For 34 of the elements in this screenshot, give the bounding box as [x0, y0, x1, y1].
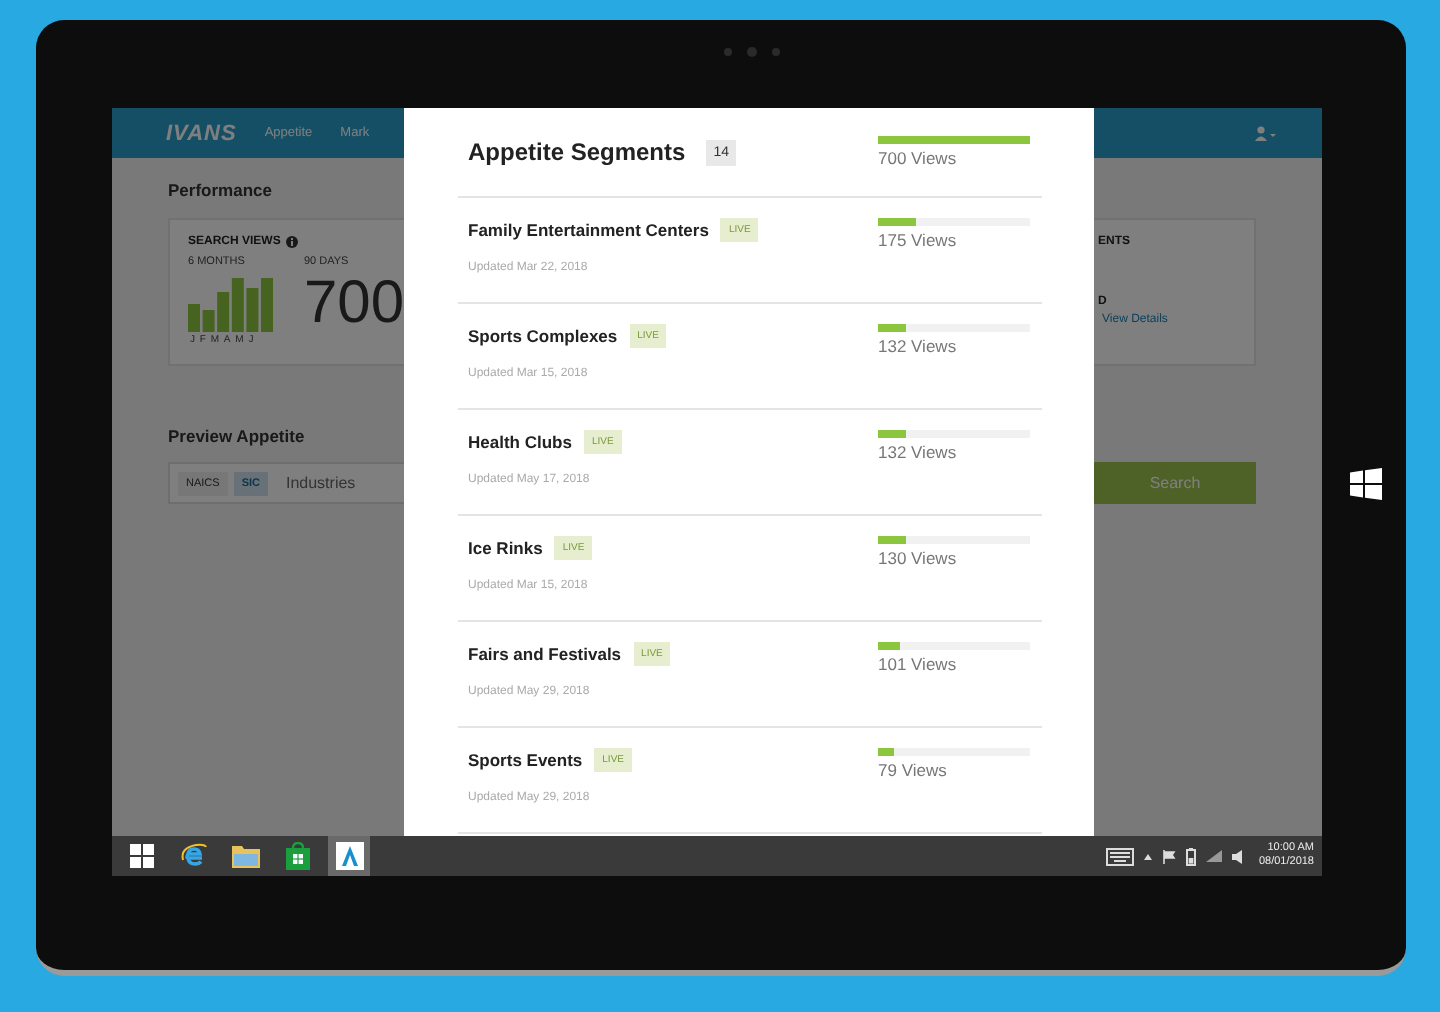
- folder-icon: [231, 844, 259, 868]
- info-icon: [286, 236, 299, 248]
- store-icon: [285, 842, 309, 870]
- views-count: 130 Views: [878, 548, 959, 568]
- views-count: 101 Views: [878, 654, 959, 674]
- views-count: 700 Views: [878, 148, 959, 168]
- browser-icon: [179, 842, 207, 870]
- taskbar-app[interactable]: [328, 836, 370, 876]
- section-title: Performance: [168, 180, 272, 200]
- speaker-icon[interactable]: [1232, 849, 1243, 863]
- segment-name[interactable]: Ice Rinks: [468, 538, 543, 558]
- logo: IVANS: [166, 121, 237, 145]
- signal-icon[interactable]: [1206, 850, 1223, 862]
- app-icon: [335, 842, 363, 870]
- keyboard-icon[interactable]: [1106, 847, 1135, 865]
- flag-icon[interactable]: [1162, 849, 1177, 863]
- battery-icon[interactable]: [1186, 847, 1197, 865]
- segment-name[interactable]: Sports Complexes: [468, 326, 618, 346]
- camera-icon: [721, 46, 781, 58]
- segment-name[interactable]: Sports Events: [468, 750, 583, 770]
- views-count: 132 Views: [878, 336, 959, 356]
- section-title: Preview Appetite: [168, 426, 305, 446]
- segment-name[interactable]: Fairs and Festivals: [468, 644, 622, 664]
- tray-caret-icon[interactable]: [1144, 853, 1153, 859]
- total-views: 700: [304, 272, 405, 336]
- windows-icon: [129, 844, 153, 868]
- segment-name[interactable]: Family Entertainment Centers: [468, 220, 709, 240]
- modal-title: Appetite Segments: [468, 138, 686, 166]
- windows-button-icon[interactable]: [1350, 468, 1382, 500]
- segment-name[interactable]: Health Clubs: [468, 432, 572, 452]
- views-count: 175 Views: [878, 230, 959, 250]
- views-count: 132 Views: [878, 442, 959, 462]
- bar-sparkline: [188, 272, 276, 332]
- views-count: 79 Views: [878, 760, 949, 780]
